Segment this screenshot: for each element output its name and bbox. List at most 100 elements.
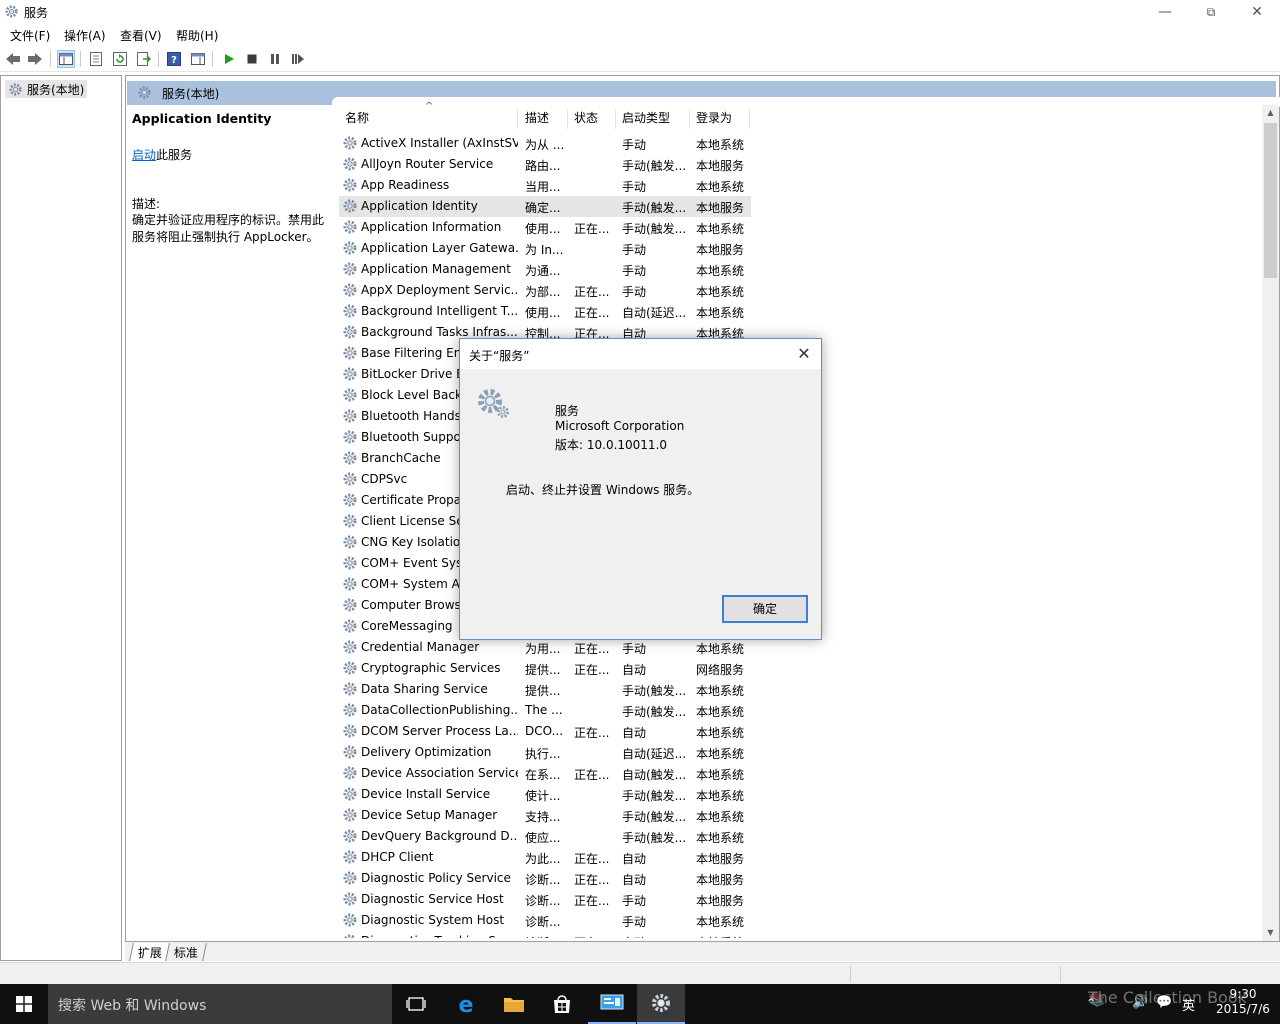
column-header-log-on-as[interactable]: 登录为 bbox=[690, 109, 750, 129]
service-row[interactable]: Background Intelligent T... 使用... 正在... 自动(… bbox=[339, 301, 751, 322]
column-header-description[interactable]: 描述 bbox=[519, 109, 568, 129]
restore-button[interactable]: ⧉ bbox=[1188, 0, 1234, 24]
clock[interactable]: 9:30 2015/7/6 bbox=[1208, 987, 1278, 1017]
show-hide-action-pane-button[interactable] bbox=[189, 50, 207, 68]
service-description: 为部... bbox=[525, 285, 561, 299]
service-name: Background Tasks Infras... bbox=[361, 325, 518, 339]
refresh-button[interactable] bbox=[111, 50, 129, 68]
service-startup-type: 自动 bbox=[622, 873, 647, 887]
export-list-button[interactable] bbox=[135, 50, 153, 68]
service-gear-icon bbox=[342, 765, 358, 781]
service-row[interactable]: AppX Deployment Servic... 为部... 正在... 手动 本地系… bbox=[339, 280, 751, 301]
view-tabs: 扩展 标准 bbox=[125, 941, 1280, 961]
service-gear-icon bbox=[342, 135, 358, 151]
service-gear-icon bbox=[342, 429, 358, 445]
service-row[interactable]: Application Information 使用... 正在... 手动(触发..… bbox=[339, 217, 751, 238]
service-row[interactable]: Application Identity 确定... 手动(触发... 本地服务 bbox=[339, 196, 751, 217]
service-log-on-as: 本地系统 bbox=[696, 285, 745, 299]
service-row[interactable]: Credential Manager 为用... 正在... 手动 本地系统 bbox=[339, 637, 751, 658]
service-row[interactable]: Device Install Service 使计... 手动(触发... 本地系统 bbox=[339, 784, 751, 805]
forward-button[interactable] bbox=[26, 50, 44, 68]
service-name: Background Intelligent T... bbox=[361, 304, 518, 318]
service-row[interactable]: Device Setup Manager 支持... 手动(触发... 本地系统 bbox=[339, 805, 751, 826]
scroll-down-icon[interactable]: ▼ bbox=[1262, 925, 1279, 941]
menu-help[interactable]: 帮助(H) bbox=[176, 27, 218, 44]
properties-button[interactable] bbox=[87, 50, 105, 68]
service-row[interactable]: Diagnostic Policy Service 诊断... 正在... 自动 本地服… bbox=[339, 868, 751, 889]
column-header-status[interactable]: 状态 bbox=[568, 109, 616, 129]
taskbar-file-explorer[interactable] bbox=[490, 984, 538, 1024]
column-header-description-label: 描述 bbox=[525, 111, 550, 125]
pause-service-button[interactable] bbox=[266, 50, 284, 68]
tab-standard[interactable]: 标准 bbox=[165, 943, 207, 961]
start-service-link[interactable]: 启动 bbox=[132, 148, 156, 162]
menu-view[interactable]: 查看(V) bbox=[120, 27, 162, 44]
service-row[interactable]: DevQuery Background D... 使应... 手动(触发... 本地系… bbox=[339, 826, 751, 847]
close-button[interactable]: ✕ bbox=[1234, 0, 1280, 24]
service-startup-type: 自动 bbox=[622, 663, 647, 677]
service-row[interactable]: Diagnostics Tracking Ser... 诊断... 正在... 自动 本… bbox=[339, 931, 751, 938]
service-row[interactable]: Cryptographic Services 提供... 正在... 自动 网络服务 bbox=[339, 658, 751, 679]
service-row[interactable]: Data Sharing Service 提供... 手动(触发... 本地系统 bbox=[339, 679, 751, 700]
ime-indicator[interactable]: 英 bbox=[1182, 995, 1195, 1014]
search-placeholder: 搜索 Web 和 Windows bbox=[58, 998, 207, 1014]
menu-bar: 文件(F) 操作(A) 查看(V) 帮助(H) bbox=[0, 24, 1280, 46]
taskbar-search-box[interactable]: 搜索 Web 和 Windows bbox=[48, 984, 392, 1024]
task-view-button[interactable] bbox=[392, 984, 440, 1024]
store-icon bbox=[554, 995, 570, 1013]
service-row[interactable]: App Readiness 当用... 手动 本地系统 bbox=[339, 175, 751, 196]
back-button[interactable] bbox=[4, 50, 22, 68]
taskbar-edge[interactable]: e bbox=[442, 984, 490, 1024]
service-row[interactable]: Diagnostic Service Host 诊断... 正在... 手动 本地服务 bbox=[339, 889, 751, 910]
menu-file[interactable]: 文件(F) bbox=[10, 27, 50, 44]
volume-icon[interactable]: 🔊 bbox=[1132, 995, 1148, 1010]
service-gear-icon bbox=[342, 555, 358, 571]
scroll-thumb[interactable] bbox=[1264, 123, 1277, 278]
show-hide-tree-button[interactable] bbox=[57, 50, 75, 68]
task-view-icon bbox=[406, 997, 426, 1011]
service-row[interactable]: Delivery Optimization 执行... 自动(延迟... 本地系统 bbox=[339, 742, 751, 763]
column-header-startup-type[interactable]: 启动类型 bbox=[616, 109, 690, 129]
minimize-button[interactable]: — bbox=[1142, 0, 1188, 24]
service-row[interactable]: ActiveX Installer (AxInstSV) 为从 ... 手动 本地系统 bbox=[339, 133, 751, 154]
service-row[interactable]: Diagnostic System Host 诊断... 手动 本地系统 bbox=[339, 910, 751, 931]
tray-overflow-icon[interactable]: ⌃ bbox=[1086, 996, 1096, 1010]
service-row[interactable]: DCOM Server Process La... DCO... 正在... 自动 本地… bbox=[339, 721, 751, 742]
service-status: 正在... bbox=[574, 663, 610, 677]
service-gear-icon bbox=[342, 366, 358, 382]
service-row[interactable]: DHCP Client 为此... 正在... 自动 本地服务 bbox=[339, 847, 751, 868]
service-row[interactable]: AllJoyn Router Service 路由... 手动(触发... 本地服务 bbox=[339, 154, 751, 175]
resume-service-button[interactable] bbox=[289, 50, 307, 68]
services-gear-icon bbox=[5, 5, 18, 18]
dialog-close-button[interactable]: ✕ bbox=[792, 343, 816, 365]
taskbar-store[interactable] bbox=[538, 984, 586, 1024]
service-name: AppX Deployment Servic... bbox=[361, 283, 518, 297]
ok-button[interactable]: 确定 bbox=[722, 595, 808, 623]
scroll-up-icon[interactable]: ▲ bbox=[1262, 105, 1279, 121]
services-gear-icon bbox=[138, 86, 151, 99]
service-startup-type: 手动(触发... bbox=[622, 684, 687, 698]
service-log-on-as: 本地系统 bbox=[696, 138, 745, 152]
taskbar-computer-management[interactable] bbox=[588, 984, 636, 1024]
service-row[interactable]: Application Layer Gatewa... 为 In... 手动 本地服务 bbox=[339, 238, 751, 259]
service-startup-type: 手动(触发... bbox=[622, 159, 687, 173]
start-service-button[interactable] bbox=[220, 50, 238, 68]
service-row[interactable]: Application Management 为通... 手动 本地系统 bbox=[339, 259, 751, 280]
vertical-scrollbar[interactable]: ▲ ▼ bbox=[1262, 105, 1279, 941]
tree-node-services-local[interactable]: 服务(本地) bbox=[5, 80, 88, 98]
start-button[interactable] bbox=[0, 984, 48, 1024]
service-name: AllJoyn Router Service bbox=[361, 157, 494, 171]
notification-icon[interactable]: 💬 bbox=[1156, 995, 1172, 1010]
service-row[interactable]: Device Association Service 在系... 正在... 自动(触… bbox=[339, 763, 751, 784]
service-description: 为从 ... bbox=[525, 138, 565, 152]
column-header-name[interactable]: 名称 ^ bbox=[339, 101, 518, 129]
help-button[interactable]: ? bbox=[165, 50, 183, 68]
service-row[interactable]: DataCollectionPublishing... The ... 手动(触发.… bbox=[339, 700, 751, 721]
service-startup-type: 手动(触发... bbox=[622, 201, 687, 215]
stop-service-button[interactable] bbox=[243, 50, 261, 68]
service-gear-icon bbox=[342, 219, 358, 235]
service-description: 提供... bbox=[525, 663, 561, 677]
menu-action[interactable]: 操作(A) bbox=[64, 27, 106, 44]
service-log-on-as: 网络服务 bbox=[696, 663, 745, 677]
taskbar-services[interactable] bbox=[637, 984, 685, 1024]
